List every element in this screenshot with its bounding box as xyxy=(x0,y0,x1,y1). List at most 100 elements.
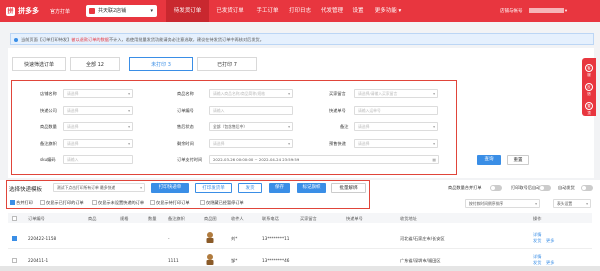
col-tracking-no: 快递单号 xyxy=(346,216,363,221)
col-product: 商品 xyxy=(88,216,97,221)
product-filter-input[interactable]: 请输入商品名称/商品简称/规格 ▾ xyxy=(209,89,293,98)
hide-paused-label: 仅隐藏已经暂停订单 xyxy=(206,200,244,205)
col-qty: 数量 xyxy=(148,216,157,221)
remark-flag-select[interactable]: 请选择 ▾ xyxy=(63,139,133,148)
batch-flag-button[interactable]: 标记旗帜 xyxy=(297,183,326,193)
ship-button[interactable]: 发货 xyxy=(238,183,262,193)
user-area[interactable]: 店铺与帐号 ▾ xyxy=(500,8,567,14)
pay-time-range[interactable]: 2022-03-26 00:00:00 ~ 2022-04-24 23:59:5… xyxy=(209,155,439,164)
ship-link[interactable]: 发货 xyxy=(533,238,541,244)
chevron-down-icon: ▾ xyxy=(288,91,290,96)
tracking-number-input[interactable]: 请输入运单号 xyxy=(354,106,438,115)
order-number: 220411-1 xyxy=(28,258,49,263)
merge-qty-toggle[interactable] xyxy=(490,185,502,191)
chevron-down-icon: ▾ xyxy=(586,201,588,206)
more-link[interactable]: 更多 xyxy=(546,238,554,244)
print-invoice-button[interactable]: 打印发货单 xyxy=(195,183,232,193)
select-all-checkbox[interactable] xyxy=(12,216,17,221)
show-printed-checkbox[interactable] xyxy=(40,200,45,205)
product-image xyxy=(206,254,214,265)
show-pending-checkbox[interactable] xyxy=(150,200,155,205)
horizontal-scrollbar[interactable] xyxy=(0,266,600,271)
merge-qty-label: 商品数量合并打单 xyxy=(448,185,482,190)
template-select[interactable]: 测试下点击打印所有订单 最多快递 ▾ xyxy=(53,183,145,192)
remark-flag: - xyxy=(168,236,170,241)
filter-label-remaining-time: 剩余时间 xyxy=(177,141,194,146)
remark-flag: 1111 xyxy=(168,258,179,263)
merge-print-checkbox[interactable] xyxy=(10,200,15,205)
store-filter-input[interactable]: 请选择 ▾ xyxy=(63,89,133,98)
row-checkbox[interactable] xyxy=(12,236,17,241)
col-address: 收货地址 xyxy=(400,216,417,221)
nav-print-log[interactable]: 打印日志 xyxy=(284,0,316,22)
aftersale-status-select[interactable]: 全部（包含售后中） ▾ xyxy=(209,122,293,131)
top-bar: 拼拼多多 官方打单 共天联2店铺 ▾ 待发货订单 已发货订单 手工订单 打印日志 … xyxy=(0,0,600,22)
auto-ship-after-print-toggle[interactable] xyxy=(539,185,551,191)
chevron-down-icon: ▾ xyxy=(433,141,435,146)
merge-print-label: 合并打印 xyxy=(16,200,33,205)
table-row[interactable] xyxy=(8,227,592,249)
col-product-image: 商品图 xyxy=(204,216,217,221)
sort-select[interactable]: 按付款时间倒序排序 ▾ xyxy=(465,199,540,208)
filter-label-buyer-message: 买家留言 xyxy=(329,91,346,96)
store-selector[interactable]: 共天联2店铺 ▾ xyxy=(86,5,157,17)
nav-settings[interactable]: 设置 xyxy=(348,0,368,22)
column-settings[interactable]: 表头设置 ▾ xyxy=(553,199,591,208)
col-buyer-message: 买家留言 xyxy=(300,216,317,221)
show-printed-label: 仅显示已打印的订单 xyxy=(46,200,84,205)
account-name xyxy=(528,8,564,13)
row-checkbox[interactable] xyxy=(12,258,17,263)
search-button[interactable]: 查询 xyxy=(477,155,501,165)
top-icon[interactable]: 置顶 xyxy=(585,102,593,115)
notice-banner: 当前页面【订单打印待发】被以退款订单的数据不计入，若使用批量发货功能请务必注意选… xyxy=(10,33,594,45)
tab-unprinted[interactable]: 未打印 3 xyxy=(129,57,193,71)
chevron-down-icon: ▾ xyxy=(128,91,130,96)
tab-all[interactable]: 全部 12 xyxy=(70,57,120,71)
customer-service-icon[interactable]: 客服 xyxy=(585,64,593,77)
nav-pending-orders[interactable]: 待发货订单 xyxy=(166,0,209,22)
remark-filter-input[interactable]: 请选择 ▾ xyxy=(354,122,438,131)
auto-ship-toggle[interactable] xyxy=(581,185,593,191)
tab-printed[interactable]: 已打印 7 xyxy=(197,57,257,71)
app-logo[interactable]: 拼拼多多 xyxy=(6,6,39,16)
address: 广东省/深圳市/福田区 xyxy=(400,258,441,263)
buyer-message-input[interactable]: 请选择/请输入买家留言 ▾ xyxy=(354,89,438,98)
feedback-icon[interactable]: 反馈 xyxy=(585,83,593,96)
courier-filter-input[interactable]: 请选择 ▾ xyxy=(63,106,133,115)
order-number-input[interactable]: 请输入 xyxy=(209,106,293,115)
nav-manual-orders[interactable]: 手工订单 xyxy=(251,0,284,22)
col-recipient: 收件人 xyxy=(231,216,244,221)
chevron-down-icon: ▾ xyxy=(128,141,130,146)
presale-select[interactable]: 请选择 ▾ xyxy=(354,139,438,148)
hide-paused-checkbox[interactable] xyxy=(200,200,205,205)
order-number: 220422-1158 xyxy=(28,236,57,241)
col-phone: 联系电话 xyxy=(262,216,279,221)
nav-shipped-orders[interactable]: 已发货订单 xyxy=(209,0,251,22)
print-express-button[interactable]: 打印快递单 xyxy=(151,183,189,193)
chevron-down-icon: ▾ xyxy=(433,124,435,129)
filter-label-aftersale: 售后状态 xyxy=(177,124,194,129)
show-no-courier-label: 仅显示未设置快递的订单 xyxy=(98,200,145,205)
remaining-time-select[interactable]: 请选择 ▾ xyxy=(209,139,293,148)
auto-ship-label: 自动发货 xyxy=(558,185,575,190)
sku-code-input[interactable]: 请输入 xyxy=(63,155,133,164)
recipient-name: 邹* xyxy=(231,258,238,263)
chevron-down-icon: ▾ xyxy=(140,185,142,190)
tab-quick-filter[interactable]: 快速筛选订单 xyxy=(12,57,66,71)
reset-button[interactable]: 重置 xyxy=(507,155,529,165)
phone-number: 13********46 xyxy=(262,258,290,263)
nav-more[interactable]: 更多功能 ▾ xyxy=(368,0,408,22)
pinduoduo-logo-icon: 拼 xyxy=(6,6,15,16)
nav-dropship[interactable]: 代发管理 xyxy=(316,0,348,22)
show-no-courier-checkbox[interactable] xyxy=(92,200,97,205)
filter-label-remark: 备注 xyxy=(340,124,349,129)
phone-number: 13********11 xyxy=(262,236,290,241)
filter-label-product: 商品名称 xyxy=(177,91,194,96)
batch-unlink-button[interactable]: 批量解绑 xyxy=(331,183,366,193)
col-order-no: 订单编号 xyxy=(28,216,45,221)
filter-label-store: 店铺名称 xyxy=(40,91,57,96)
filter-label-tracking-no: 快递单号 xyxy=(329,108,346,113)
save-button[interactable]: 保存 xyxy=(269,183,290,193)
quantity-filter-input[interactable]: 请选择 ▾ xyxy=(63,122,133,131)
filter-label-remark-flag: 备注旗帜 xyxy=(40,141,57,146)
